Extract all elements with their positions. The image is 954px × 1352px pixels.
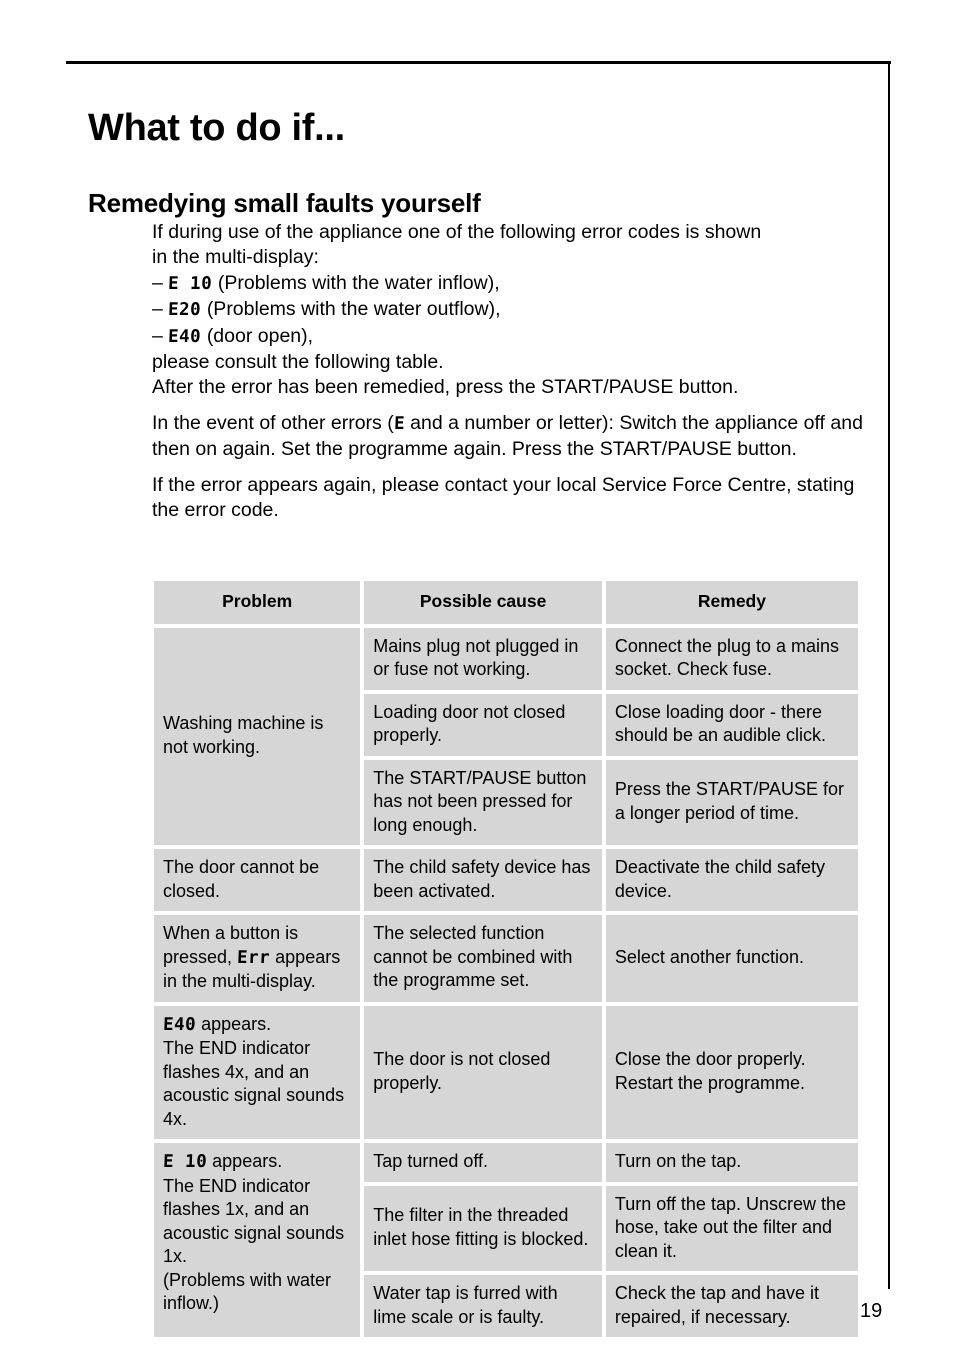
fault-troubleshooting-table: Problem Possible cause Remedy Washing ma… — [150, 577, 862, 1341]
cell-remedy: Deactivate the child safety device. — [605, 849, 858, 911]
cell-remedy: Connect the plug to a mains socket. Chec… — [605, 627, 858, 690]
intro-paragraph-3: If the error appears again, please conta… — [152, 473, 855, 522]
cell-problem: The door cannot be closed. — [154, 849, 361, 911]
cell-remedy: Close the door properly. Restart the pro… — [605, 1005, 858, 1139]
error-bullet-text-1: (Problems with the water inflow), — [217, 271, 500, 294]
intro-text-block: If during use of the appliance one of th… — [152, 220, 866, 523]
table-row: E40 appears. The END indicator flashes 4… — [154, 1005, 858, 1139]
table-row: When a button is pressed, Err appears in… — [154, 915, 858, 1002]
error-code-e10: E 10 — [162, 1152, 208, 1172]
intro-line-2: in the multi-display: — [152, 246, 319, 269]
intro-paragraph-2: In the event of other errors (E and a nu… — [152, 411, 866, 463]
section-heading: Remedying small faults yourself — [88, 187, 481, 218]
cell-cause: The child safety device has been activat… — [364, 849, 602, 911]
table-row: E 10 appears. The END indicator flashes … — [154, 1143, 858, 1337]
cell-cause: The START/PAUSE button has not been pres… — [364, 759, 602, 845]
error-code-e: E — [393, 413, 406, 434]
intro-para2-pre: In the event of other errors ( — [152, 411, 394, 434]
error-code-e20: E20 — [167, 300, 202, 321]
table-row: Washing machine is not working. Mains pl… — [154, 627, 858, 845]
cell-cause: Water tap is furred with lime scale or i… — [364, 1275, 602, 1337]
page-frame-top-rule — [66, 61, 891, 64]
page-number: 19 — [860, 1300, 883, 1322]
intro-paragraph-1: If during use of the appliance one of th… — [152, 220, 866, 401]
error-code-e40: E40 — [162, 1014, 197, 1035]
cell-cause: The selected function cannot be combined… — [364, 915, 602, 1002]
cell-cause: Loading door not closed properly. — [364, 693, 602, 756]
column-header-problem: Problem — [154, 581, 361, 624]
cell-problem: E40 appears. The END indicator flashes 4… — [154, 1005, 361, 1139]
cell-remedy: Turn off the tap. Unscrew the hose, take… — [605, 1185, 858, 1271]
intro-line-3: please consult the following table. — [152, 351, 444, 374]
cell-remedy: Press the START/PAUSE for a longer perio… — [605, 759, 858, 845]
cell-problem: Washing machine is not working. — [154, 627, 361, 845]
error-bullet-text-2: (Problems with the water outflow), — [206, 298, 501, 321]
error-bullet-dash-1: – — [152, 271, 163, 294]
cell-problem: When a button is pressed, Err appears in… — [154, 915, 361, 1002]
cell-cause: Mains plug not plugged in or fuse not wo… — [364, 627, 602, 690]
cell-cause: Tap turned off. — [364, 1143, 602, 1182]
cell-remedy: Turn on the tap. — [605, 1143, 858, 1182]
page-title: What to do if... — [88, 107, 345, 150]
page-frame-right-rule — [888, 61, 890, 1289]
column-header-possible-cause: Possible cause — [364, 581, 602, 624]
cell-remedy: Close loading door - there should be an … — [605, 693, 858, 756]
column-header-remedy: Remedy — [605, 581, 858, 624]
intro-line-1: If during use of the appliance one of th… — [152, 221, 762, 243]
error-bullet-dash-2: – — [152, 298, 163, 321]
cell-problem: E 10 appears. The END indicator flashes … — [154, 1143, 361, 1337]
error-code-err: Err — [236, 947, 271, 968]
error-bullet-text-3: (door open), — [206, 324, 314, 347]
error-code-e10: E 10 — [167, 273, 213, 294]
cell-cause: The door is not closed properly. — [364, 1005, 602, 1139]
cell-problem-post: appears. The END indicator flashes 1x, a… — [163, 1151, 345, 1313]
cell-cause: The filter in the threaded inlet hose fi… — [364, 1185, 602, 1271]
table-header-row: Problem Possible cause Remedy — [154, 581, 858, 624]
cell-remedy: Select another function. — [605, 915, 858, 1002]
error-code-e40: E40 — [167, 326, 202, 347]
intro-line-4: After the error has been remedied, press… — [152, 376, 739, 399]
table-row: The door cannot be closed. The child saf… — [154, 849, 858, 911]
cell-remedy: Check the tap and have it repaired, if n… — [605, 1275, 858, 1337]
error-bullet-dash-3: – — [152, 324, 163, 347]
table-body: Washing machine is not working. Mains pl… — [154, 627, 858, 1337]
